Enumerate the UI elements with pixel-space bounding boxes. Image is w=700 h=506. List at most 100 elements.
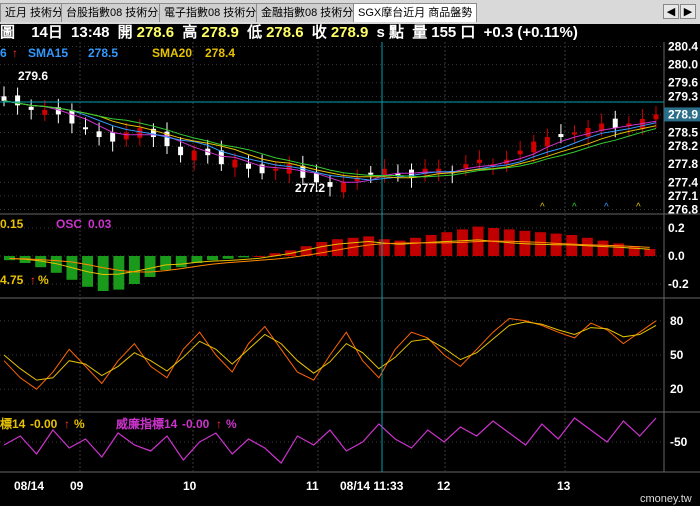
candle-body (178, 146, 184, 156)
price-y-tick: 280.0 (668, 58, 698, 72)
candle-body (69, 110, 75, 124)
williams-panel (3, 417, 657, 464)
x-tick-label: 13 (557, 479, 571, 493)
candle-body (273, 168, 279, 171)
candle-body (1, 96, 7, 101)
kd-up-arrow-icon: ↑ (30, 273, 36, 287)
osc-bar (425, 235, 437, 256)
kd-y-tick: 20 (670, 382, 684, 396)
candle-body (341, 182, 347, 193)
candle-body (653, 114, 659, 120)
signal-marker-icon: ^ (636, 202, 641, 213)
kd-panel (3, 317, 657, 390)
candle-body (544, 137, 550, 147)
current-price-value: 278.9 (668, 107, 698, 121)
candle-body (327, 182, 333, 187)
sma60-line (3, 100, 657, 178)
candle-body (381, 168, 387, 176)
williams-pct-2: % (226, 417, 237, 431)
osc-bar (160, 256, 172, 270)
osc-bar (113, 256, 125, 290)
price-legend-prefix: 6 (0, 46, 7, 60)
x-tick-label: 09 (70, 479, 84, 493)
osc-bar (363, 236, 375, 256)
macd-y-tick: 0.2 (668, 221, 685, 235)
osc-bar (644, 249, 656, 256)
legend-up-arrow-icon: ↑ (12, 46, 18, 60)
williams-value-1: -0.00 (30, 417, 58, 431)
osc-label: OSC (56, 217, 82, 231)
price-y-tick: 278.2 (668, 139, 698, 153)
x-tick-label: 10 (183, 479, 197, 493)
price-y-tick: 277.1 (668, 189, 698, 203)
osc-bar (597, 240, 609, 256)
macd-diff-label: 0.15 (0, 217, 24, 231)
chart-canvas[interactable]: ^ ^ ^ ^ 08/14 09 10 11 08/14 11:33 12 13 280.4 280.… (0, 0, 700, 506)
candle-body (246, 163, 251, 169)
candle-body (123, 132, 129, 140)
candle-body (585, 128, 591, 137)
sma15-line (3, 100, 657, 181)
williams-value-2: -0.00 (182, 417, 210, 431)
osc-bar (332, 239, 343, 256)
candle-body (96, 131, 102, 138)
sma15-label: SMA15 (28, 46, 68, 60)
osc-bar (441, 232, 453, 256)
macd-panel (4, 226, 656, 291)
williams-pct-1: % (74, 417, 85, 431)
candle-body (368, 172, 374, 175)
candle-body (463, 164, 469, 169)
macd-y-tick: -0.2 (668, 277, 689, 291)
candle-body (531, 141, 537, 153)
kd-y-tick: 50 (670, 348, 684, 362)
price-y-tick: 276.8 (668, 202, 698, 216)
candle-body (436, 168, 442, 174)
x-tick-label: 12 (437, 479, 451, 493)
sma20-line (3, 100, 657, 179)
candle-body (232, 159, 238, 168)
kd-label: 4.75 (0, 273, 24, 287)
osc-bar (144, 256, 156, 277)
k-line (3, 317, 657, 390)
price-y-tick: 279.6 (668, 76, 698, 90)
price-y-tick: 277.8 (668, 157, 698, 171)
price-panel: ^ ^ ^ ^ (1, 86, 659, 213)
kd-y-tick: 80 (670, 314, 684, 328)
osc-bar (128, 256, 140, 284)
watermark: cmoney.tw (640, 493, 692, 505)
candle-body (558, 134, 564, 138)
sma20-label: SMA20 (152, 46, 192, 60)
williams-line (3, 417, 657, 464)
price-y-tick: 279.3 (668, 89, 698, 103)
signal-marker-icon: ^ (572, 202, 577, 213)
osc-bar (378, 239, 390, 256)
price-low-marker: 277.2 (295, 181, 325, 195)
candle-body (28, 106, 34, 110)
osc-bar (207, 256, 218, 261)
candle-body (572, 132, 577, 135)
candle-body (137, 128, 143, 138)
osc-bar (581, 237, 593, 256)
williams-label-2: 威廉指標14 (116, 416, 178, 431)
macd-y-tick: 0.0 (668, 249, 685, 263)
price-high-marker: 279.6 (18, 69, 48, 83)
candle-body (83, 127, 88, 130)
x-tick-label: 08/14 11:33 (340, 479, 404, 493)
williams-up-arrow-icon-1: ↑ (64, 417, 70, 431)
candle-body (476, 159, 482, 164)
signal-marker-icon: ^ (604, 202, 609, 213)
osc-bar (410, 237, 422, 256)
price-y-tick: 277.4 (668, 175, 698, 189)
candle-body (110, 132, 116, 142)
osc-bar (222, 256, 234, 259)
price-y-tick: 280.4 (668, 40, 698, 54)
kd-pct: % (38, 273, 49, 287)
sma20-value: 278.4 (205, 46, 235, 60)
candle-body (191, 150, 197, 161)
williams-label-1: 標14 (0, 416, 26, 431)
price-y-tick: 278.5 (668, 126, 698, 140)
osc-value: 0.03 (88, 217, 112, 231)
osc-bar (175, 256, 187, 268)
williams-up-arrow-icon-2: ↑ (216, 417, 222, 431)
x-tick-label: 08/14 (14, 479, 44, 493)
